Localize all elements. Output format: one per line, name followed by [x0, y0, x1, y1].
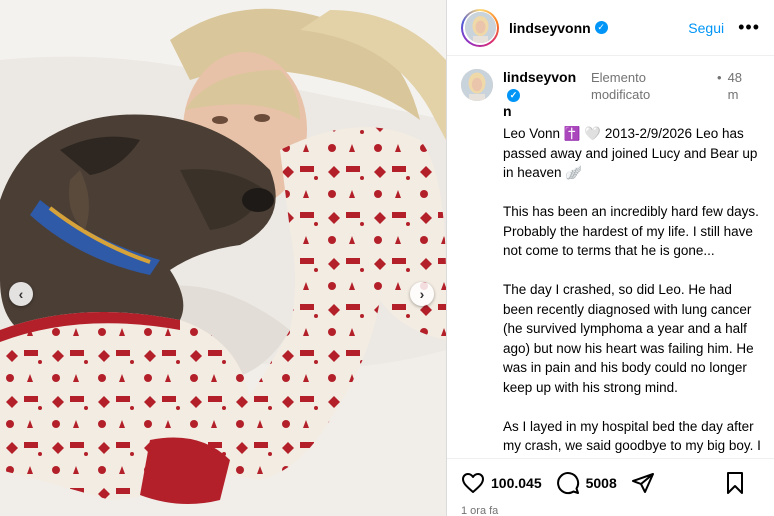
- post-header: lindseyvonn ✓ Segui •••: [447, 0, 774, 56]
- share-icon[interactable]: [631, 471, 655, 495]
- caption-username-part1[interactable]: lindseyvon: [503, 69, 576, 85]
- caption-meta: lindseyvon ✓ n Elemento modificato • 48 m: [503, 69, 761, 120]
- post-photo[interactable]: ‹ ›: [0, 0, 446, 516]
- verified-badge-icon: ✓: [507, 88, 520, 102]
- heart-icon[interactable]: [461, 471, 485, 495]
- post-actions: 100.045 5008 1 ora fa: [447, 458, 774, 516]
- comment-action: 5008: [556, 471, 617, 495]
- more-options-icon[interactable]: •••: [738, 17, 760, 38]
- caption-paragraph: Leo Vonn ✝️ 🤍 2013-2/9/2026 Leo has pass…: [503, 126, 758, 180]
- save-action: [723, 471, 747, 495]
- caption-paragraph: The day I crashed, so did Leo. He had be…: [503, 282, 754, 395]
- caption-paragraph: As I layed in my hospital bed the day af…: [503, 418, 761, 454]
- like-action: 100.045: [461, 471, 542, 495]
- follow-button[interactable]: Segui: [688, 20, 724, 36]
- post-time[interactable]: 48 m: [728, 69, 748, 103]
- bookmark-icon[interactable]: [723, 471, 747, 495]
- caption-header: lindseyvon ✓ n Elemento modificato • 48 m: [461, 69, 761, 120]
- caption-username[interactable]: lindseyvon ✓ n: [503, 69, 585, 120]
- edited-label: Elemento modificato: [591, 70, 651, 102]
- separator-dot: •: [717, 70, 722, 85]
- previous-photo-button[interactable]: ‹: [9, 282, 33, 306]
- post-photo-image: [0, 0, 446, 516]
- profile-avatar[interactable]: [461, 8, 499, 47]
- caption-text: Leo Vonn ✝️ 🤍 2013-2/9/2026 Leo has pass…: [503, 124, 765, 456]
- caption-username-part2[interactable]: n: [503, 103, 512, 119]
- comment-count[interactable]: 5008: [586, 475, 617, 491]
- post-side-panel: lindseyvonn ✓ Segui ••• lindseyvon ✓ n El…: [446, 0, 774, 516]
- share-action: [631, 471, 655, 495]
- comment-icon[interactable]: [556, 471, 580, 495]
- header-username[interactable]: lindseyvonn: [509, 20, 591, 36]
- caption-paragraph: This has been an incredibly hard few day…: [503, 204, 759, 258]
- caption-avatar[interactable]: [461, 69, 493, 101]
- next-photo-button[interactable]: ›: [410, 282, 434, 306]
- post-time-ago[interactable]: 1 ora fa: [461, 505, 761, 516]
- verified-badge-icon: ✓: [594, 21, 608, 34]
- avatar-image: [464, 12, 496, 43]
- like-count[interactable]: 100.045: [491, 475, 542, 491]
- caption-scroll-area[interactable]: lindseyvon ✓ n Elemento modificato • 48 m…: [447, 57, 774, 456]
